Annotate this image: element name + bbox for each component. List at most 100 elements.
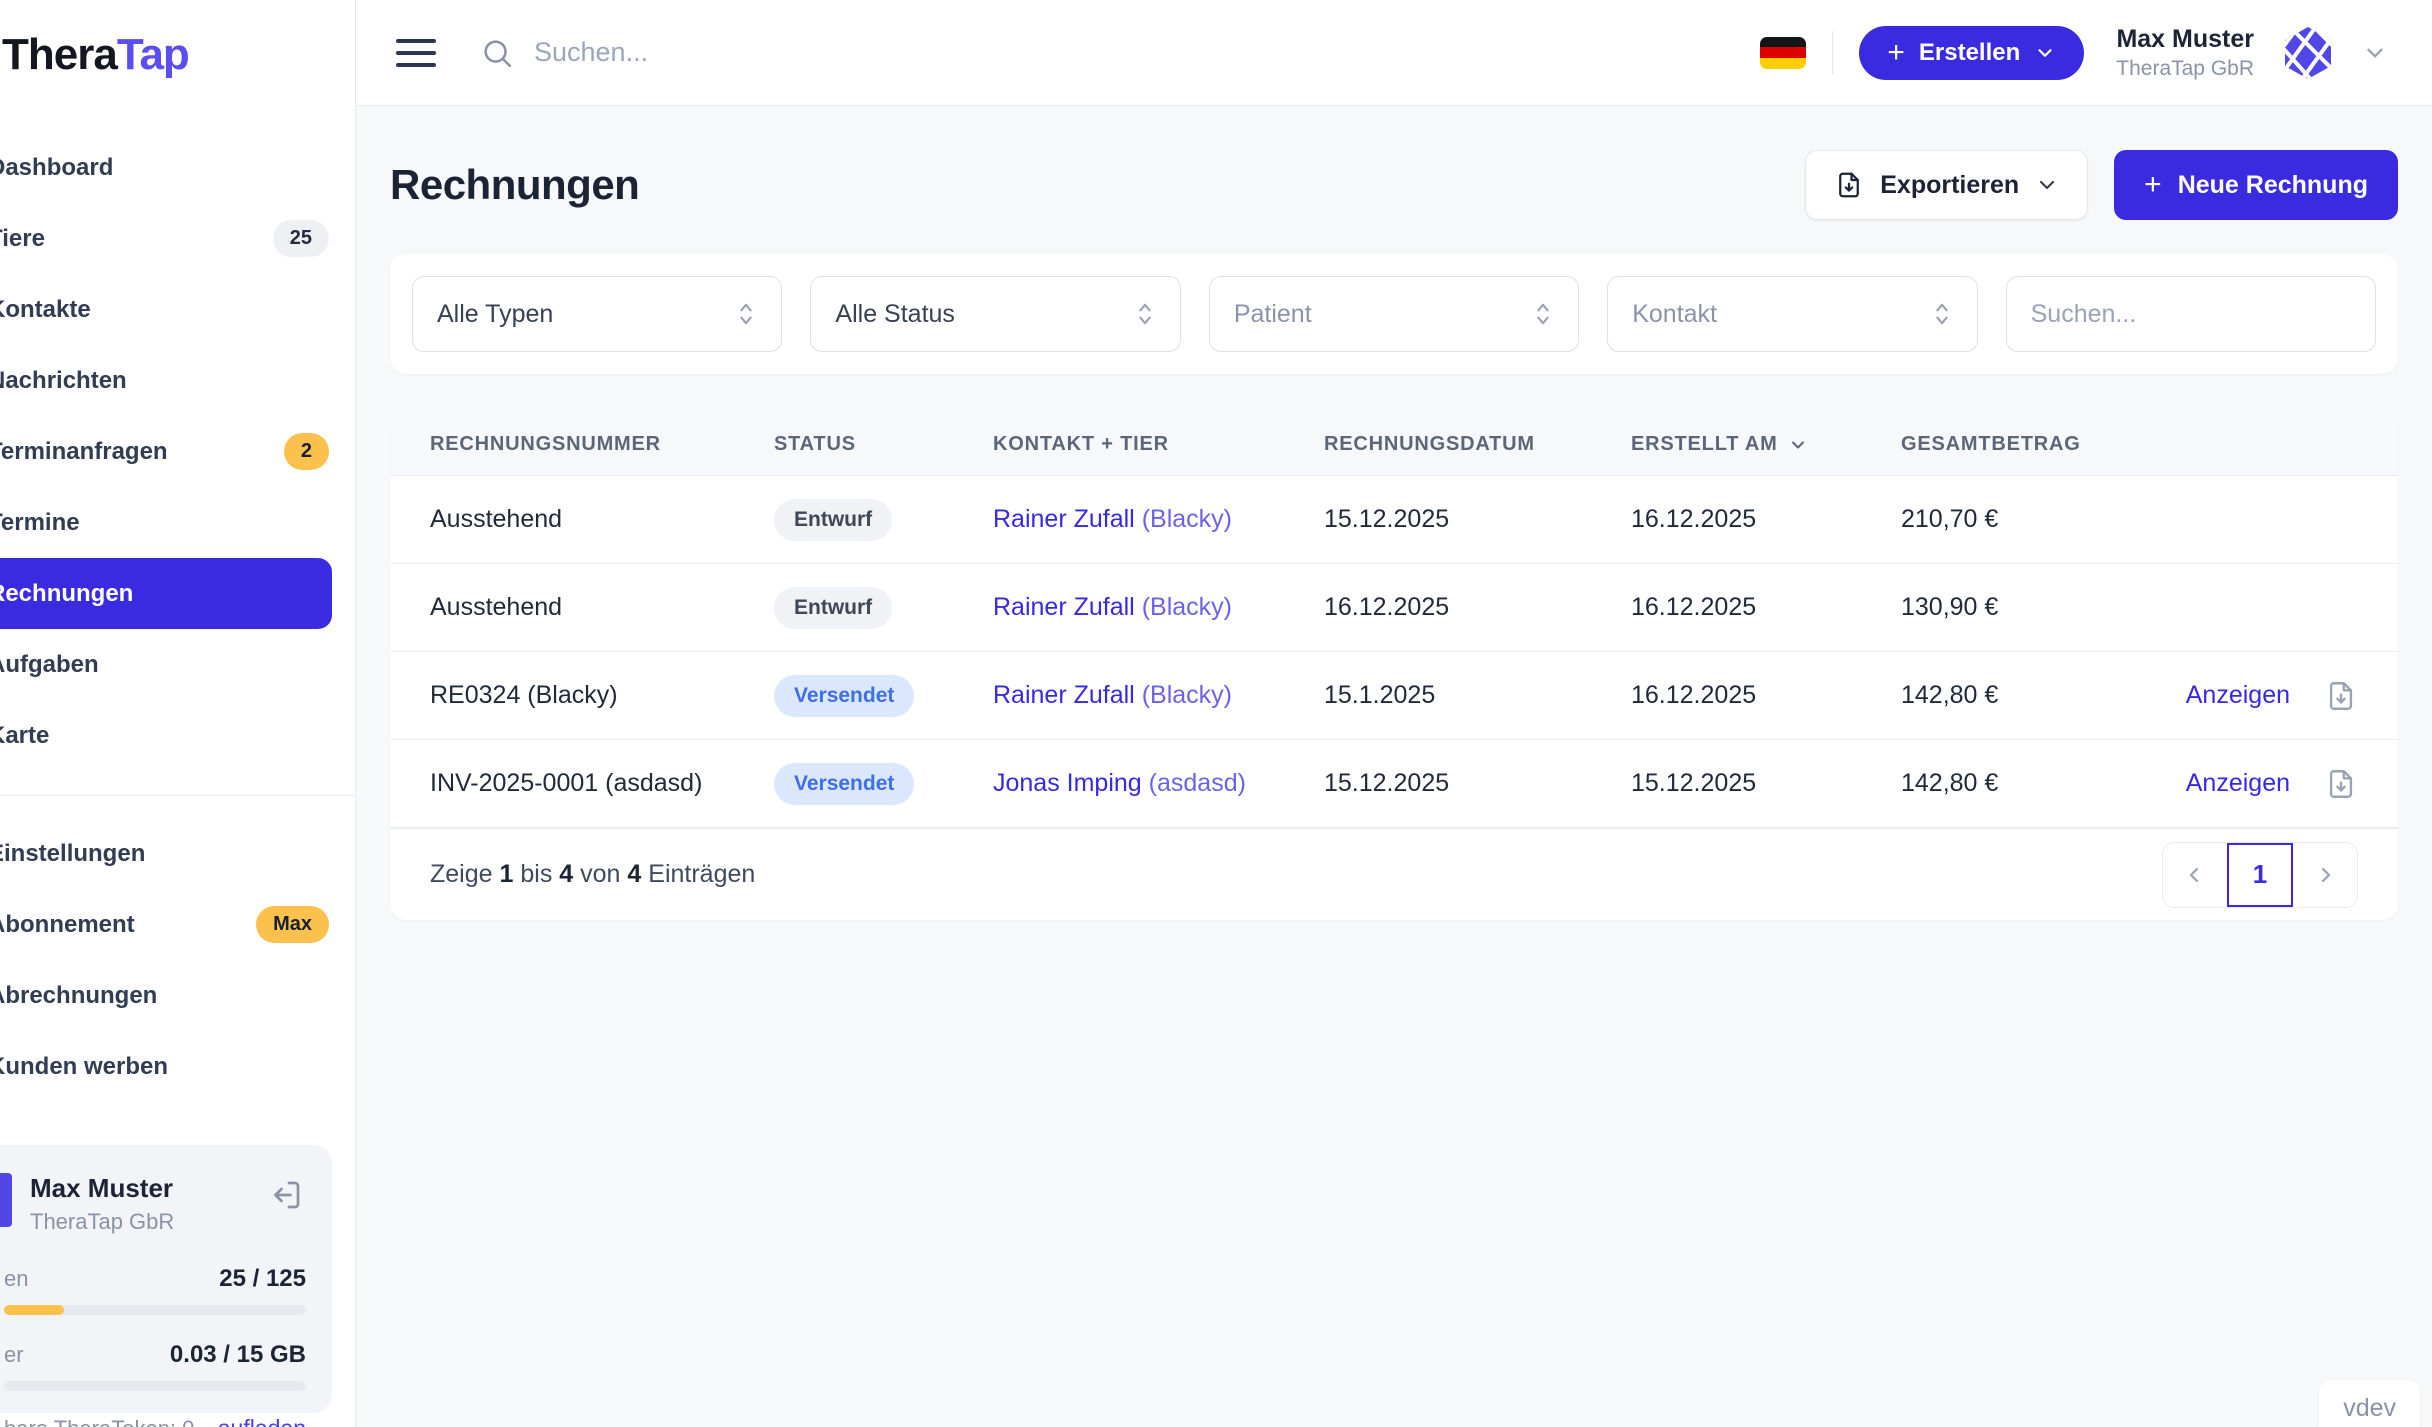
created-date: 15.12.2025 — [1631, 769, 1901, 798]
status-badge: Versendet — [774, 763, 914, 805]
terminanfragen-count-badge: 2 — [284, 433, 329, 470]
topbar-user-org: TheraTap GbR — [2116, 57, 2254, 81]
quota2-progressbar — [4, 1381, 306, 1391]
user-name: Max Muster — [30, 1173, 174, 1204]
table-row[interactable]: Ausstehend Entwurf Rainer Zufall (Blacky… — [390, 476, 2398, 564]
select-chevrons-icon — [735, 299, 757, 329]
contact-link[interactable]: Rainer Zufall (Blacky) — [993, 505, 1232, 533]
previous-page-button[interactable] — [2163, 843, 2227, 907]
select-chevrons-icon — [1532, 299, 1554, 329]
logo-text-thera: Thera — [2, 30, 117, 79]
quota2-label: er — [4, 1342, 24, 1368]
sidebar-item-abrechnungen[interactable]: Abrechnungen — [0, 960, 355, 1031]
search-icon — [480, 36, 514, 70]
col-header-rechnungsdatum[interactable]: Rechnungsdatum — [1324, 433, 1631, 456]
table-row[interactable]: RE0324 (Blacky) Versendet Rainer Zufall … — [390, 652, 2398, 740]
chevron-left-icon — [2183, 863, 2207, 887]
avatar[interactable] — [2280, 25, 2336, 81]
col-header-erstellt-am[interactable]: Erstellt am — [1631, 433, 1901, 456]
logo-text-tap: Tap — [117, 30, 189, 79]
sidebar-item-tiere[interactable]: Tiere25 — [0, 203, 355, 274]
filter-type-select[interactable]: Alle Typen — [412, 276, 782, 352]
total-amount: 142,80 € — [1901, 681, 2160, 710]
abonnement-plan-badge: Max — [256, 906, 329, 943]
invoices-table: Rechnungsnummer Status Kontakt + Tier Re… — [390, 414, 2398, 920]
created-date: 16.12.2025 — [1631, 593, 1901, 622]
user-menu-chevron-icon[interactable] — [2362, 40, 2388, 66]
sidebar-divider — [0, 795, 355, 796]
global-search-input[interactable] — [534, 37, 1134, 68]
sidebar: TheraTap Dashboard Tiere25 Kontakte Nach… — [0, 0, 356, 1427]
sidebar-item-abonnement[interactable]: AbonnementMax — [0, 889, 355, 960]
new-invoice-button[interactable]: + Neue Rechnung — [2114, 150, 2398, 220]
page-number-button[interactable]: 1 — [2227, 843, 2293, 907]
sort-chevron-icon — [1788, 435, 1808, 455]
app-logo[interactable]: TheraTap — [0, 0, 355, 80]
invoice-date: 15.12.2025 — [1324, 769, 1631, 798]
menu-icon[interactable] — [396, 31, 436, 75]
entries-summary: Zeige 1 bis 4 von 4 Einträgen — [430, 860, 755, 889]
sidebar-item-karte[interactable]: Karte — [0, 700, 355, 771]
filter-status-select[interactable]: Alle Status — [810, 276, 1180, 352]
status-badge: Entwurf — [774, 499, 892, 541]
sidebar-item-termine[interactable]: Termine — [0, 487, 355, 558]
sidebar-item-einstellungen[interactable]: Einstellungen — [0, 818, 355, 889]
file-export-icon — [1834, 170, 1864, 200]
sidebar-item-terminanfragen[interactable]: Terminanfragen2 — [0, 416, 355, 487]
download-pdf-icon[interactable] — [2324, 767, 2358, 801]
created-date: 16.12.2025 — [1631, 681, 1901, 710]
table-row[interactable]: INV-2025-0001 (asdasd) Versendet Jonas I… — [390, 740, 2398, 828]
sidebar-nav: Dashboard Tiere25 Kontakte Nachrichten T… — [0, 132, 355, 1102]
created-date: 16.12.2025 — [1631, 505, 1901, 534]
sidebar-item-dashboard[interactable]: Dashboard — [0, 132, 355, 203]
sidebar-item-kontakte[interactable]: Kontakte — [0, 274, 355, 345]
sidebar-item-aufgaben[interactable]: Aufgaben — [0, 629, 355, 700]
topbar-user-name: Max Muster — [2116, 25, 2254, 54]
select-chevrons-icon — [1931, 299, 1953, 329]
quota1-progressbar — [4, 1305, 306, 1315]
sidebar-item-kunden-werben[interactable]: Kunden werben — [0, 1031, 355, 1102]
contact-link[interactable]: Rainer Zufall (Blacky) — [993, 681, 1232, 709]
chevron-right-icon — [2313, 863, 2337, 887]
quota1-value: 25 / 125 — [219, 1265, 306, 1293]
plus-icon: + — [2144, 170, 2162, 200]
create-button[interactable]: + Erstellen — [1859, 26, 2084, 80]
col-header-rechnungsnummer[interactable]: Rechnungsnummer — [430, 433, 774, 456]
status-badge: Entwurf — [774, 587, 892, 629]
quota1-label: en — [4, 1266, 28, 1292]
col-header-status[interactable]: Status — [774, 433, 993, 456]
sidebar-item-nachrichten[interactable]: Nachrichten — [0, 345, 355, 416]
table-footer: Zeige 1 bis 4 von 4 Einträgen 1 — [390, 828, 2398, 920]
col-header-kontakt-tier[interactable]: Kontakt + Tier — [993, 433, 1324, 456]
filter-patient-select[interactable]: Patient — [1209, 276, 1579, 352]
total-amount: 130,90 € — [1901, 593, 2160, 622]
invoice-number: Ausstehend — [430, 505, 774, 534]
user-org: TheraTap GbR — [30, 1209, 174, 1235]
filter-contact-select[interactable]: Kontakt — [1607, 276, 1977, 352]
invoice-number: RE0324 (Blacky) — [430, 681, 774, 710]
invoice-date: 16.12.2025 — [1324, 593, 1631, 622]
sidebar-item-rechnungen[interactable]: Rechnungen — [0, 558, 332, 629]
contact-link[interactable]: Jonas Imping (asdasd) — [993, 769, 1246, 797]
invoice-date: 15.12.2025 — [1324, 505, 1631, 534]
logout-icon[interactable] — [268, 1177, 304, 1213]
filter-search-input[interactable] — [2031, 300, 2351, 329]
table-row[interactable]: Ausstehend Entwurf Rainer Zufall (Blacky… — [390, 564, 2398, 652]
contact-link[interactable]: Rainer Zufall (Blacky) — [993, 593, 1232, 621]
total-amount: 210,70 € — [1901, 505, 2160, 534]
user-menu[interactable]: Max Muster TheraTap GbR — [2116, 25, 2254, 81]
pagination: 1 — [2162, 842, 2358, 908]
environment-badge: vdev — [2319, 1380, 2420, 1427]
next-page-button[interactable] — [2293, 843, 2357, 907]
view-invoice-link[interactable]: Anzeigen — [2186, 681, 2290, 710]
col-header-gesamtbetrag[interactable]: Gesamtbetrag — [1901, 433, 2160, 456]
theratoken-topup-link[interactable]: aufladen — [218, 1415, 306, 1427]
user-avatar — [0, 1173, 12, 1227]
download-pdf-icon[interactable] — [2324, 679, 2358, 713]
plus-icon: + — [1887, 38, 1905, 68]
tiere-count-badge: 25 — [273, 220, 329, 257]
export-button[interactable]: Exportieren — [1805, 150, 2088, 220]
view-invoice-link[interactable]: Anzeigen — [2186, 769, 2290, 798]
language-flag-icon[interactable] — [1760, 37, 1806, 69]
sidebar-user-card: Max Muster TheraTap GbR en 25 / 125 er 0… — [0, 1145, 332, 1413]
